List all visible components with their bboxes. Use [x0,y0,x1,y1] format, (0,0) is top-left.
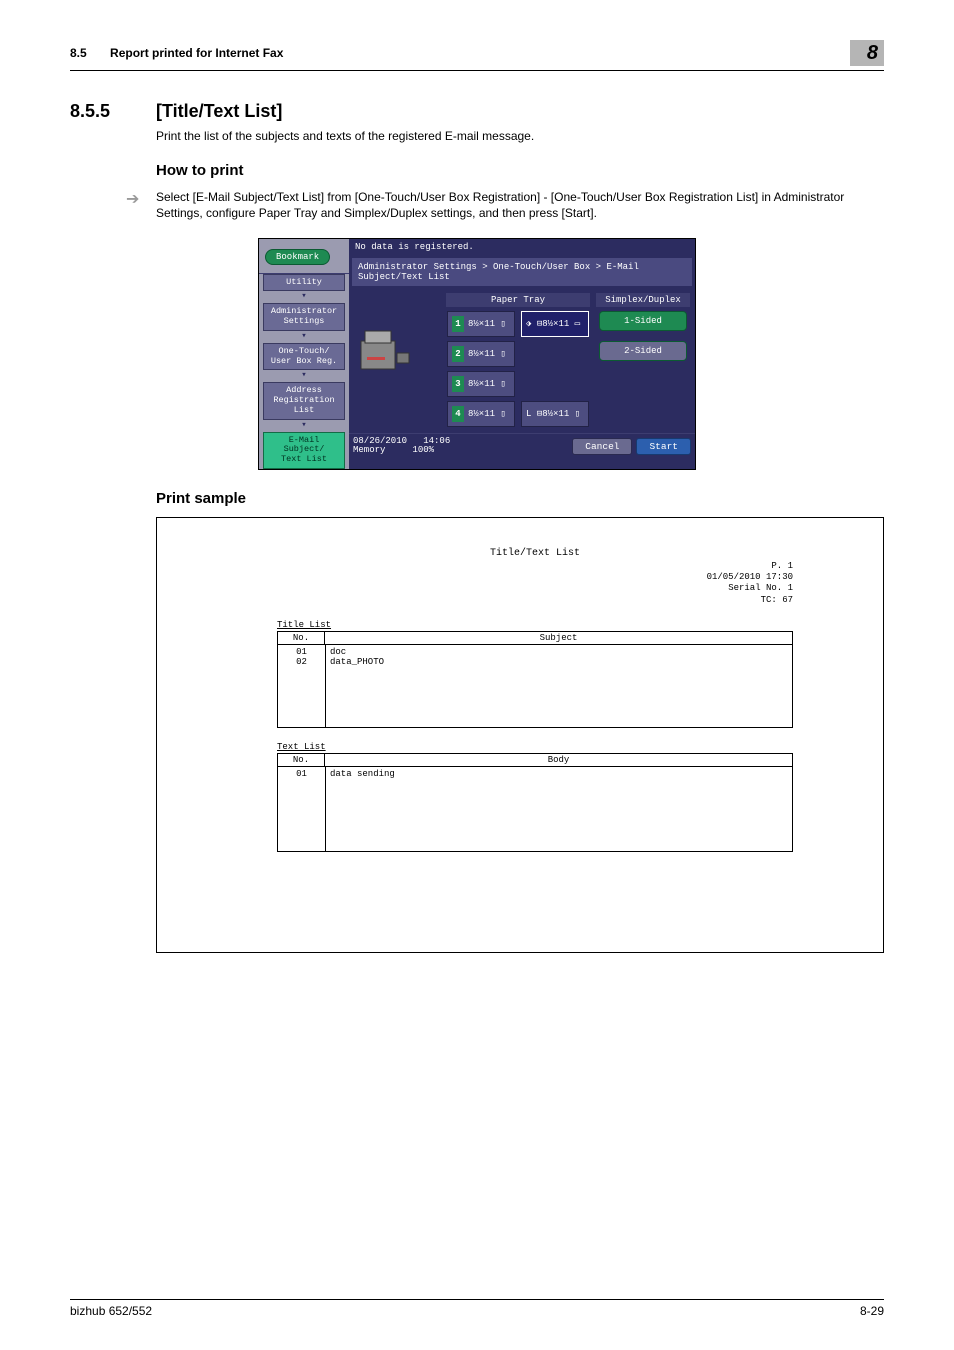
col-no: No. [277,631,325,645]
status-text: No data is registered. [349,239,695,255]
print-sample-heading: Print sample [156,490,884,507]
paper-tray-label: Paper Tray [446,293,590,307]
sample-title: Title/Text List [277,548,793,559]
tray-2[interactable]: 28½×11 ▯ [447,341,515,367]
howto-heading: How to print [156,162,884,179]
col-no: No. [277,753,325,767]
chapter-chip: 8 [850,40,884,66]
text-list-label: Text List [277,742,793,752]
arrow-icon: ➔ [126,189,146,209]
bookmark-button[interactable]: Bookmark [265,249,330,265]
subsection-number: 8.5.5 [70,101,156,122]
chevron-down-icon: ▾ [263,420,345,430]
footer-model: bizhub 652/552 [70,1304,152,1318]
one-sided-button[interactable]: 1-Sided [599,311,687,331]
printer-icon [353,323,413,378]
chevron-down-icon: ▾ [263,331,345,341]
side-utility[interactable]: Utility [263,274,345,292]
operator-panel: Bookmark Utility ▾ Administrator Setting… [258,238,696,470]
col-body: Body [325,753,793,767]
breadcrumb: Administrator Settings > One-Touch/User … [351,257,693,287]
print-sample: Title/Text List P. 1 01/05/2010 17:30 Se… [156,517,884,953]
chevron-down-icon: ▾ [263,291,345,301]
two-sided-button[interactable]: 2-Sided [599,341,687,361]
col-subject: Subject [325,631,793,645]
side-current[interactable]: E-Mail Subject/ Text List [263,432,345,469]
start-button[interactable]: Start [636,438,691,455]
chevron-down-icon: ▾ [263,370,345,380]
tray-lct[interactable]: L ⊟8½×11 ▯ [521,401,589,427]
title-list-label: Title List [277,620,793,630]
tray-1[interactable]: 18½×11 ▯ [447,311,515,337]
header-section-title: Report printed for Internet Fax [110,46,283,60]
side-onetouch[interactable]: One-Touch/ User Box Reg. [263,343,345,371]
side-address[interactable]: Address Registration List [263,382,345,419]
subsection-title: [Title/Text List] [156,101,282,122]
cancel-button[interactable]: Cancel [572,438,632,455]
tray-bypass[interactable]: ⬗ ⊟8½×11 ▭ [521,311,589,337]
tray-3[interactable]: 38½×11 ▯ [447,371,515,397]
instruction-text: Select [E-Mail Subject/Text List] from [… [156,189,884,221]
intro-text: Print the list of the subjects and texts… [156,128,884,144]
tray-4[interactable]: 48½×11 ▯ [447,401,515,427]
duplex-label: Simplex/Duplex [596,293,690,307]
side-admin[interactable]: Administrator Settings [263,303,345,331]
footer-page: 8-29 [860,1304,884,1318]
header-section-number: 8.5 [70,46,87,60]
